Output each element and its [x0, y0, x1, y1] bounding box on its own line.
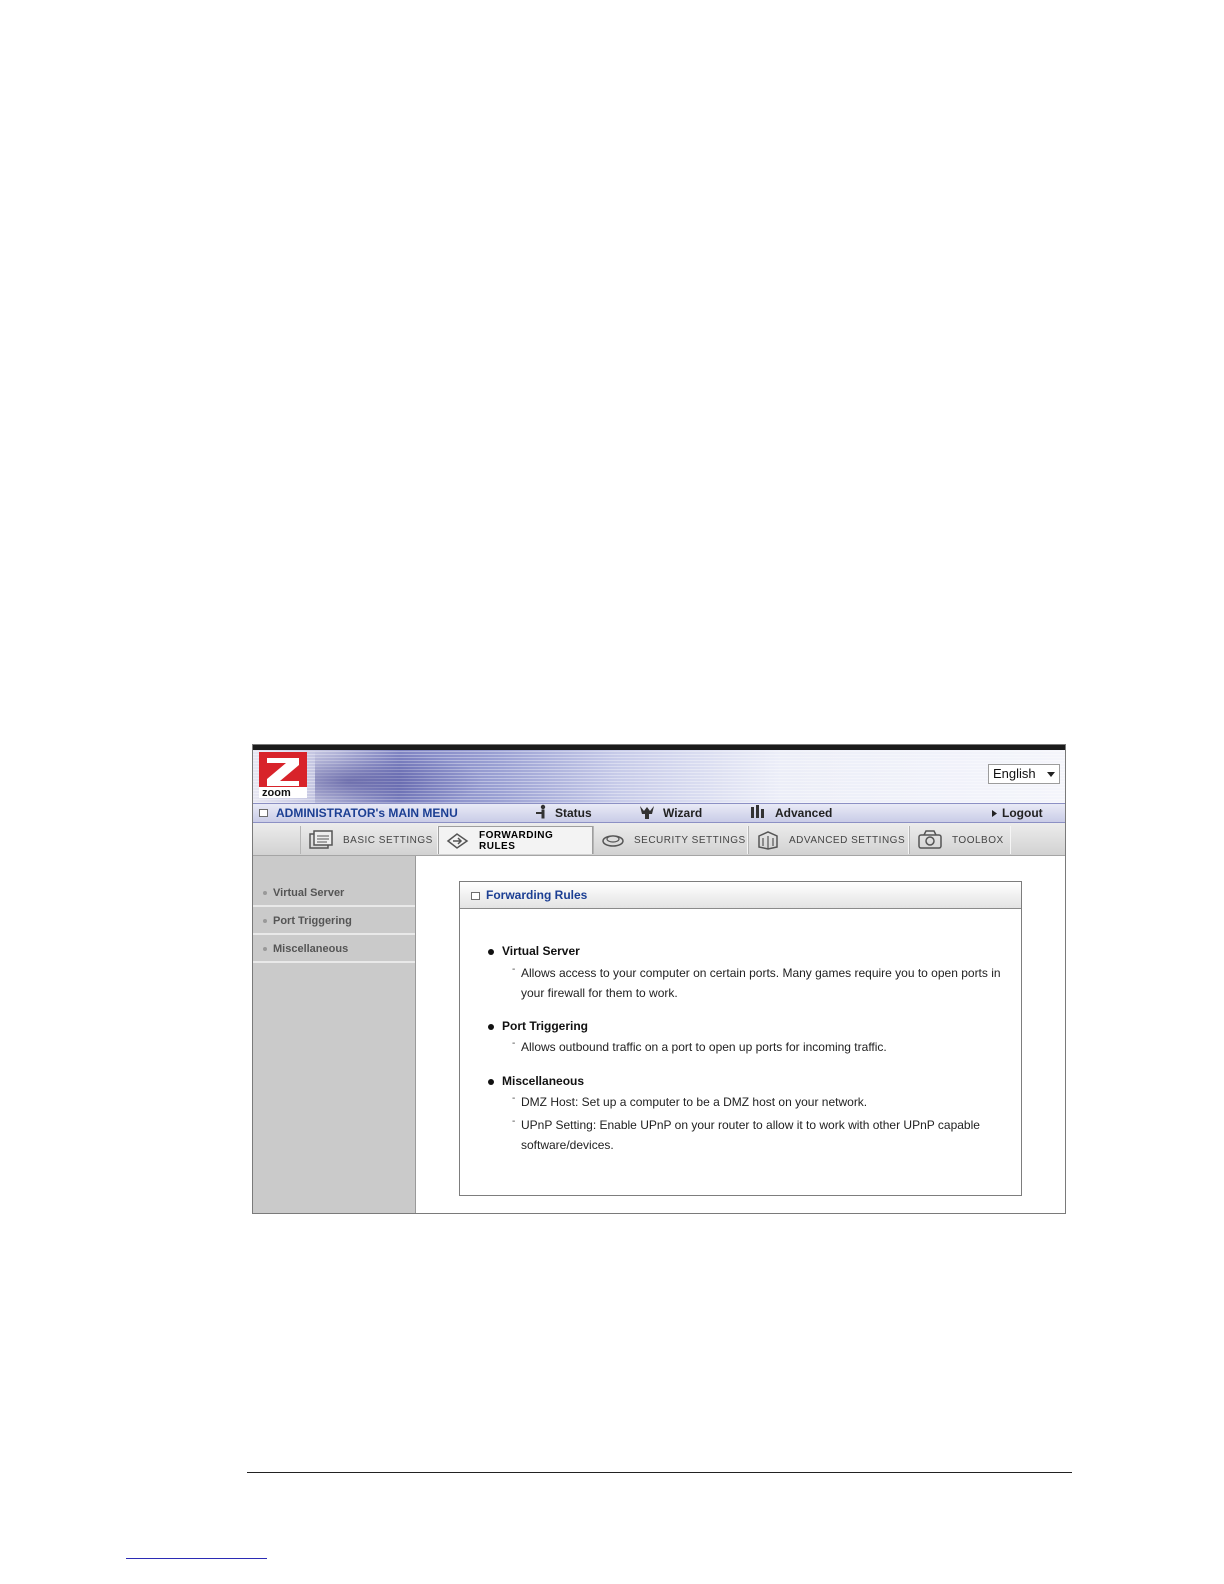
chevron-right-icon	[992, 810, 997, 817]
bullet-icon	[263, 947, 267, 951]
bullet-icon	[488, 949, 494, 955]
sidebar-item-miscellaneous[interactable]: Miscellaneous	[253, 936, 415, 963]
tab-basic-settings[interactable]: BASIC SETTINGS	[300, 826, 438, 854]
tab-label: FORWARDING RULES	[479, 829, 554, 852]
tab-label: TOOLBOX	[952, 834, 1004, 846]
main-menu-bar: ADMINISTRATOR's MAIN MENU Status Wizard …	[253, 803, 1065, 823]
language-select-value: English	[993, 766, 1036, 781]
language-select[interactable]: English	[988, 764, 1060, 784]
panel-title: Forwarding Rules	[486, 888, 588, 902]
svg-text:zoom: zoom	[262, 787, 291, 798]
banner-top-strip	[253, 745, 1065, 750]
panel-header: Forwarding Rules	[460, 882, 1021, 909]
bullet-icon	[263, 891, 267, 895]
chevron-down-icon	[1047, 772, 1055, 777]
tab-label: ADVANCED SETTINGS	[789, 834, 906, 846]
sidebar-item-label: Miscellaneous	[273, 943, 349, 955]
tab-forwarding-rules[interactable]: FORWARDING RULES	[438, 826, 593, 854]
banner-swirl-graphic	[315, 749, 485, 803]
footnote-rule	[126, 1558, 267, 1559]
security-settings-icon	[602, 835, 624, 847]
bullet-icon	[263, 919, 267, 923]
menu-item-status[interactable]: Status	[555, 806, 592, 820]
advanced-settings-icon	[758, 831, 778, 850]
sidebar-item-label: Port Triggering	[273, 915, 352, 927]
basic-settings-icon	[309, 830, 333, 849]
dash-marker: -	[512, 1038, 516, 1049]
menu-item-wizard[interactable]: Wizard	[663, 806, 702, 820]
toolbox-icon	[918, 830, 942, 849]
header-banner: zoom English	[253, 745, 1065, 803]
advanced-icon	[751, 805, 764, 818]
dash-marker: -	[512, 1093, 516, 1104]
dash-marker: -	[512, 964, 516, 975]
forwarding-rules-panel: Forwarding Rules Virtual Server - Allows…	[459, 881, 1022, 1196]
sidebar-item-port-triggering[interactable]: Port Triggering	[253, 908, 415, 935]
tab-advanced-settings[interactable]: ADVANCED SETTINGS	[748, 826, 909, 854]
tab-toolbox[interactable]: TOOLBOX	[909, 826, 1011, 854]
sidebar: Virtual Server Port Triggering Miscellan…	[253, 856, 416, 1213]
dash-marker: -	[512, 1116, 516, 1127]
logout-link[interactable]: Logout	[1002, 806, 1043, 820]
status-icon	[536, 804, 546, 819]
router-admin-screenshot: zoom English ADMINISTRATOR's MAIN MENU S…	[252, 744, 1066, 1214]
tab-bar: BASIC SETTINGS FORWARDING RULES SECURITY…	[253, 823, 1065, 856]
description-text: DMZ Host: Set up a computer to be a DMZ …	[521, 1095, 868, 1109]
main-menu-title[interactable]: ADMINISTRATOR's MAIN MENU	[276, 806, 458, 820]
section-title: Port Triggering	[502, 1019, 589, 1033]
description-text: UPnP Setting: Enable UPnP on your router…	[521, 1118, 980, 1152]
section-title: Virtual Server	[502, 944, 580, 958]
bullet-icon	[488, 1079, 494, 1085]
menu-square-icon	[259, 809, 268, 817]
bullet-icon	[488, 1024, 494, 1030]
wizard-icon	[640, 806, 654, 819]
forwarding-rules-icon	[446, 832, 469, 849]
description-text: Allows access to your computer on certai…	[521, 966, 1001, 1000]
tab-label: BASIC SETTINGS	[343, 834, 433, 846]
description-text: Allows outbound traffic on a port to ope…	[521, 1040, 887, 1054]
tab-label: SECURITY SETTINGS	[634, 834, 746, 846]
menu-item-advanced[interactable]: Advanced	[775, 806, 832, 820]
panel-square-icon	[471, 892, 480, 900]
sidebar-item-virtual-server[interactable]: Virtual Server	[253, 880, 415, 907]
section-title: Miscellaneous	[502, 1074, 585, 1088]
tab-security-settings[interactable]: SECURITY SETTINGS	[593, 826, 748, 854]
footer-divider	[247, 1472, 1072, 1473]
zoom-logo: zoom	[259, 752, 307, 798]
sidebar-item-label: Virtual Server	[273, 887, 345, 899]
